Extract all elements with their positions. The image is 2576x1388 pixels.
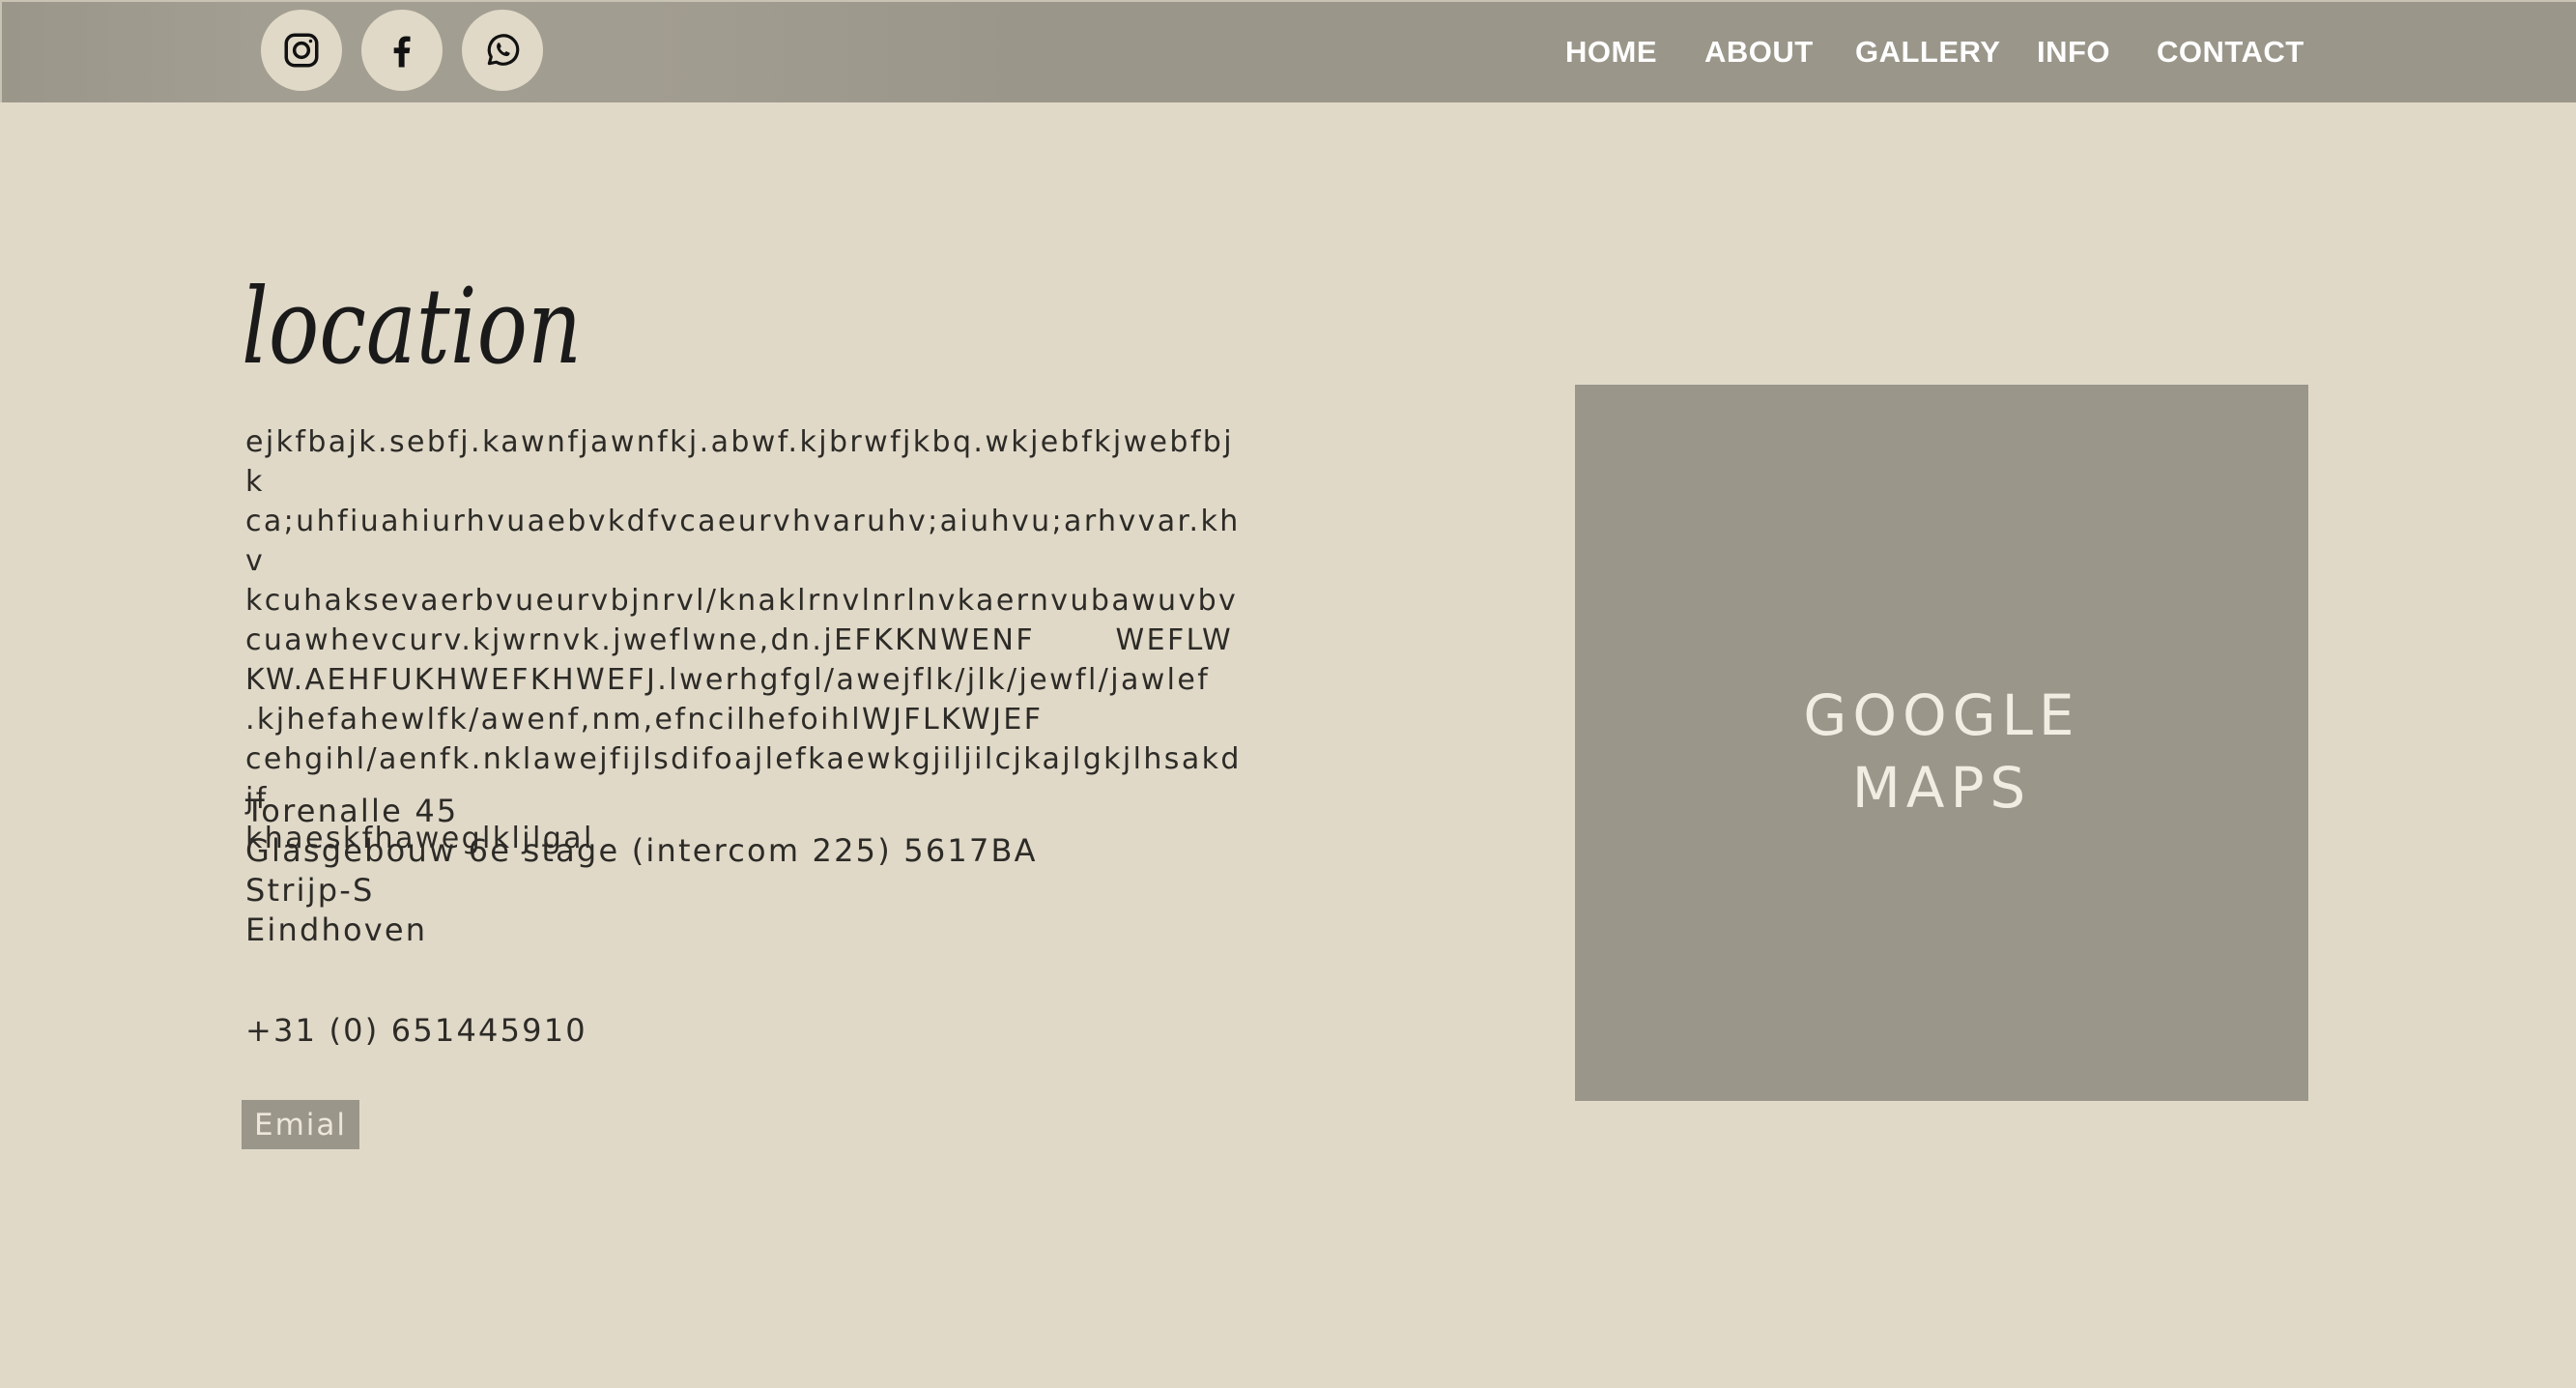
map-label-line1: GOOGLE bbox=[1803, 682, 2080, 748]
nav-about[interactable]: ABOUT bbox=[1704, 35, 1814, 70]
svg-text:location: location bbox=[242, 267, 582, 388]
map-label-line2: MAPS bbox=[1851, 755, 2032, 821]
google-maps-placeholder[interactable]: GOOGLE MAPS bbox=[1575, 385, 2308, 1101]
nav-info[interactable]: INFO bbox=[2037, 35, 2110, 70]
address-building: Glasgebouw 6e stage (intercom 225) 5617B… bbox=[245, 832, 1038, 869]
email-button[interactable]: Emial bbox=[242, 1100, 359, 1149]
nav-home[interactable]: HOME bbox=[1565, 35, 1657, 70]
description-line: cuawhevcurv.kjwrnvk.jweflwne,dn.jEFKKNWE… bbox=[245, 623, 1234, 657]
description-line: KW.AEHFUKHWEFKHWEFJ.lwerhgfgl/awejflk/jl… bbox=[245, 663, 1211, 697]
instagram-icon[interactable] bbox=[261, 10, 342, 91]
top-bar: HOME ABOUT GALLERY INFO CONTACT bbox=[0, 0, 2576, 102]
facebook-icon[interactable] bbox=[361, 10, 443, 91]
whatsapp-icon[interactable] bbox=[462, 10, 543, 91]
description-line: kcuhaksevaerbvueurvbjnrvl/knaklrnvlnrlnv… bbox=[245, 584, 1239, 618]
address-district: Strijp-S bbox=[245, 872, 375, 909]
location-heading: location bbox=[242, 267, 582, 388]
address-city: Eindhoven bbox=[245, 911, 428, 948]
address-street: Torenalle 45 bbox=[245, 793, 459, 829]
phone-number: +31 (0) 651445910 bbox=[245, 1012, 587, 1049]
description-line: ejkfbajk.sebfj.kawnfjawnfkj.abwf.kjbrwfj… bbox=[245, 425, 1234, 499]
description-line: ca;uhfiuahiurhvuaebvkdfvcaeurvhvaruhv;ai… bbox=[245, 505, 1241, 578]
nav-gallery[interactable]: GALLERY bbox=[1855, 35, 2000, 70]
description-line: .kjhefahewlfk/awenf,nm,efncilhefoihlWJFL… bbox=[245, 703, 1044, 737]
nav-contact[interactable]: CONTACT bbox=[2157, 35, 2304, 70]
